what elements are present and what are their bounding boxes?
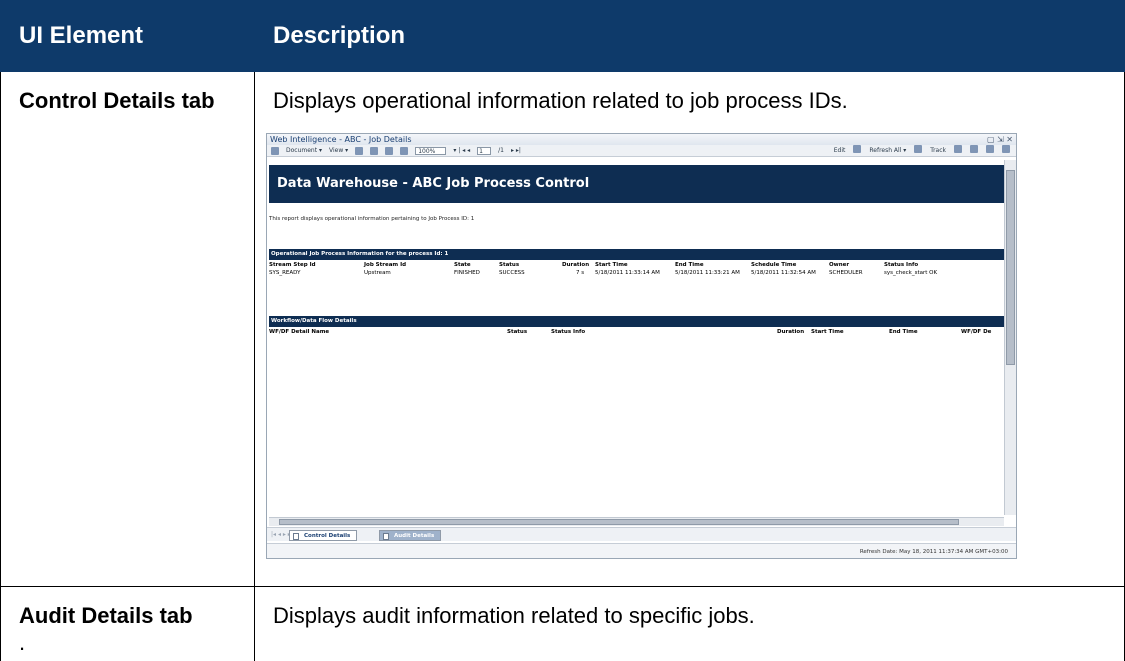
- col-header: Owner: [829, 262, 850, 268]
- col-header: WF/DF De: [961, 329, 992, 335]
- cell: 5/18/2011 11:33:14 AM: [595, 270, 660, 276]
- filter-icon[interactable]: [970, 144, 978, 153]
- refresh-all-button[interactable]: Refresh All ▾: [869, 145, 906, 157]
- view-menu[interactable]: View ▾: [329, 145, 348, 157]
- page-nav-last[interactable]: ▸ ▸|: [511, 145, 521, 157]
- table-row: Audit Details tab . Displays audit infor…: [0, 586, 1125, 661]
- page-nav-first[interactable]: ▾ | ◂ ◂: [453, 145, 470, 157]
- refresh-icon: [853, 144, 862, 153]
- col-header: Status Info: [551, 329, 586, 335]
- page-total: /1: [498, 146, 504, 154]
- col-header: Duration: [777, 329, 805, 335]
- outline-icon[interactable]: [986, 144, 994, 153]
- element-name-cell: Audit Details tab .: [0, 586, 255, 661]
- horizontal-scrollbar[interactable]: [269, 517, 1004, 526]
- cell: SYS_READY: [269, 270, 301, 276]
- col-header: Status Info: [884, 262, 919, 268]
- cell: SUCCESS: [499, 270, 525, 276]
- col-header: Start Time: [811, 329, 844, 335]
- page-input[interactable]: 1: [477, 146, 492, 155]
- col-header: Duration: [562, 262, 590, 268]
- col-header: Status: [499, 262, 520, 268]
- zoom-select[interactable]: 100%: [415, 146, 447, 155]
- element-name: Audit Details tab: [19, 603, 193, 628]
- cell: sys_check_start OK: [884, 270, 938, 276]
- col-header: WF/DF Detail Name: [269, 329, 330, 335]
- toolbar-right-group: Edit Refresh All ▾ Track: [834, 144, 1016, 157]
- report-toolbar: Document ▾ View ▾ 100% ▾ | ◂ ◂ 1 /1 ▸ ▸|…: [267, 144, 1016, 157]
- cell: Upstream: [364, 270, 391, 276]
- tab-control-details[interactable]: Control Details: [289, 530, 358, 541]
- window-controls[interactable]: ▢ ⇲ ✕: [987, 134, 1013, 145]
- section-operational-title: Operational Job Process Information for …: [269, 249, 1004, 260]
- col-header: End Time: [889, 329, 918, 335]
- vertical-scrollbar[interactable]: [1004, 160, 1016, 515]
- col-header: Schedule Time: [751, 262, 797, 268]
- edit-button[interactable]: Edit: [834, 145, 846, 157]
- table-header-row: UI Element Description: [0, 0, 1125, 72]
- col-header: Status: [507, 329, 528, 335]
- cell: SCHEDULER: [829, 270, 863, 276]
- col-header: Stream Step Id: [269, 262, 316, 268]
- track-icon: [914, 144, 923, 153]
- drill-icon[interactable]: [954, 144, 962, 153]
- tab-label: Audit Details: [394, 533, 435, 539]
- cell: 5/18/2011 11:33:21 AM: [675, 270, 740, 276]
- report-intro: This report displays operational informa…: [269, 216, 475, 222]
- document-menu[interactable]: Document ▾: [286, 145, 322, 157]
- status-bar: Refresh Date: May 18, 2011 11:37:34 AM G…: [267, 543, 1016, 558]
- save-icon[interactable]: [355, 146, 364, 155]
- tab-audit-details[interactable]: Audit Details: [379, 530, 442, 541]
- tab-label: Control Details: [304, 533, 351, 539]
- report-tab-icon: [293, 533, 299, 540]
- col-header: Job Stream Id: [364, 262, 407, 268]
- window-title-bar: Web Intelligence - ABC - Job Details ▢ ⇲…: [267, 134, 1016, 145]
- vertical-scroll-thumb[interactable]: [1006, 170, 1015, 365]
- report-title: Data Warehouse - ABC Job Process Control: [269, 165, 1004, 203]
- cell: FINISHED: [454, 270, 480, 276]
- report-tab-bar: |◂ ◂ ▸ ▸| Control Details Audit Details: [267, 527, 1016, 541]
- search-icon[interactable]: [1002, 144, 1010, 153]
- header-ui-element: UI Element: [0, 0, 255, 72]
- section-workflow-title: Workflow/Data Flow Details: [269, 316, 1004, 327]
- col-header: State: [454, 262, 471, 268]
- report-canvas: Data Warehouse - ABC Job Process Control…: [269, 159, 1004, 517]
- header-description: Description: [254, 0, 1125, 72]
- job-details-screenshot: Web Intelligence - ABC - Job Details ▢ ⇲…: [266, 133, 1017, 559]
- track-button[interactable]: Track: [930, 145, 946, 157]
- horizontal-scroll-thumb[interactable]: [279, 519, 959, 525]
- window-title: Web Intelligence - ABC - Job Details: [270, 135, 412, 144]
- cell: 7 s: [576, 270, 585, 276]
- element-name-cell: Control Details tab: [0, 71, 255, 587]
- element-suffix: .: [19, 630, 26, 655]
- print-icon[interactable]: [370, 146, 379, 155]
- col-header: Start Time: [595, 262, 628, 268]
- description-cell: Displays audit information related to sp…: [254, 586, 1125, 661]
- document-icon: [271, 146, 279, 155]
- description-text: Displays operational information related…: [273, 88, 848, 113]
- undo-icon[interactable]: [400, 146, 409, 155]
- find-icon[interactable]: [385, 146, 394, 155]
- report-tab-icon: [383, 533, 389, 540]
- cell: 5/18/2011 11:32:54 AM: [751, 270, 816, 276]
- col-header: End Time: [675, 262, 704, 268]
